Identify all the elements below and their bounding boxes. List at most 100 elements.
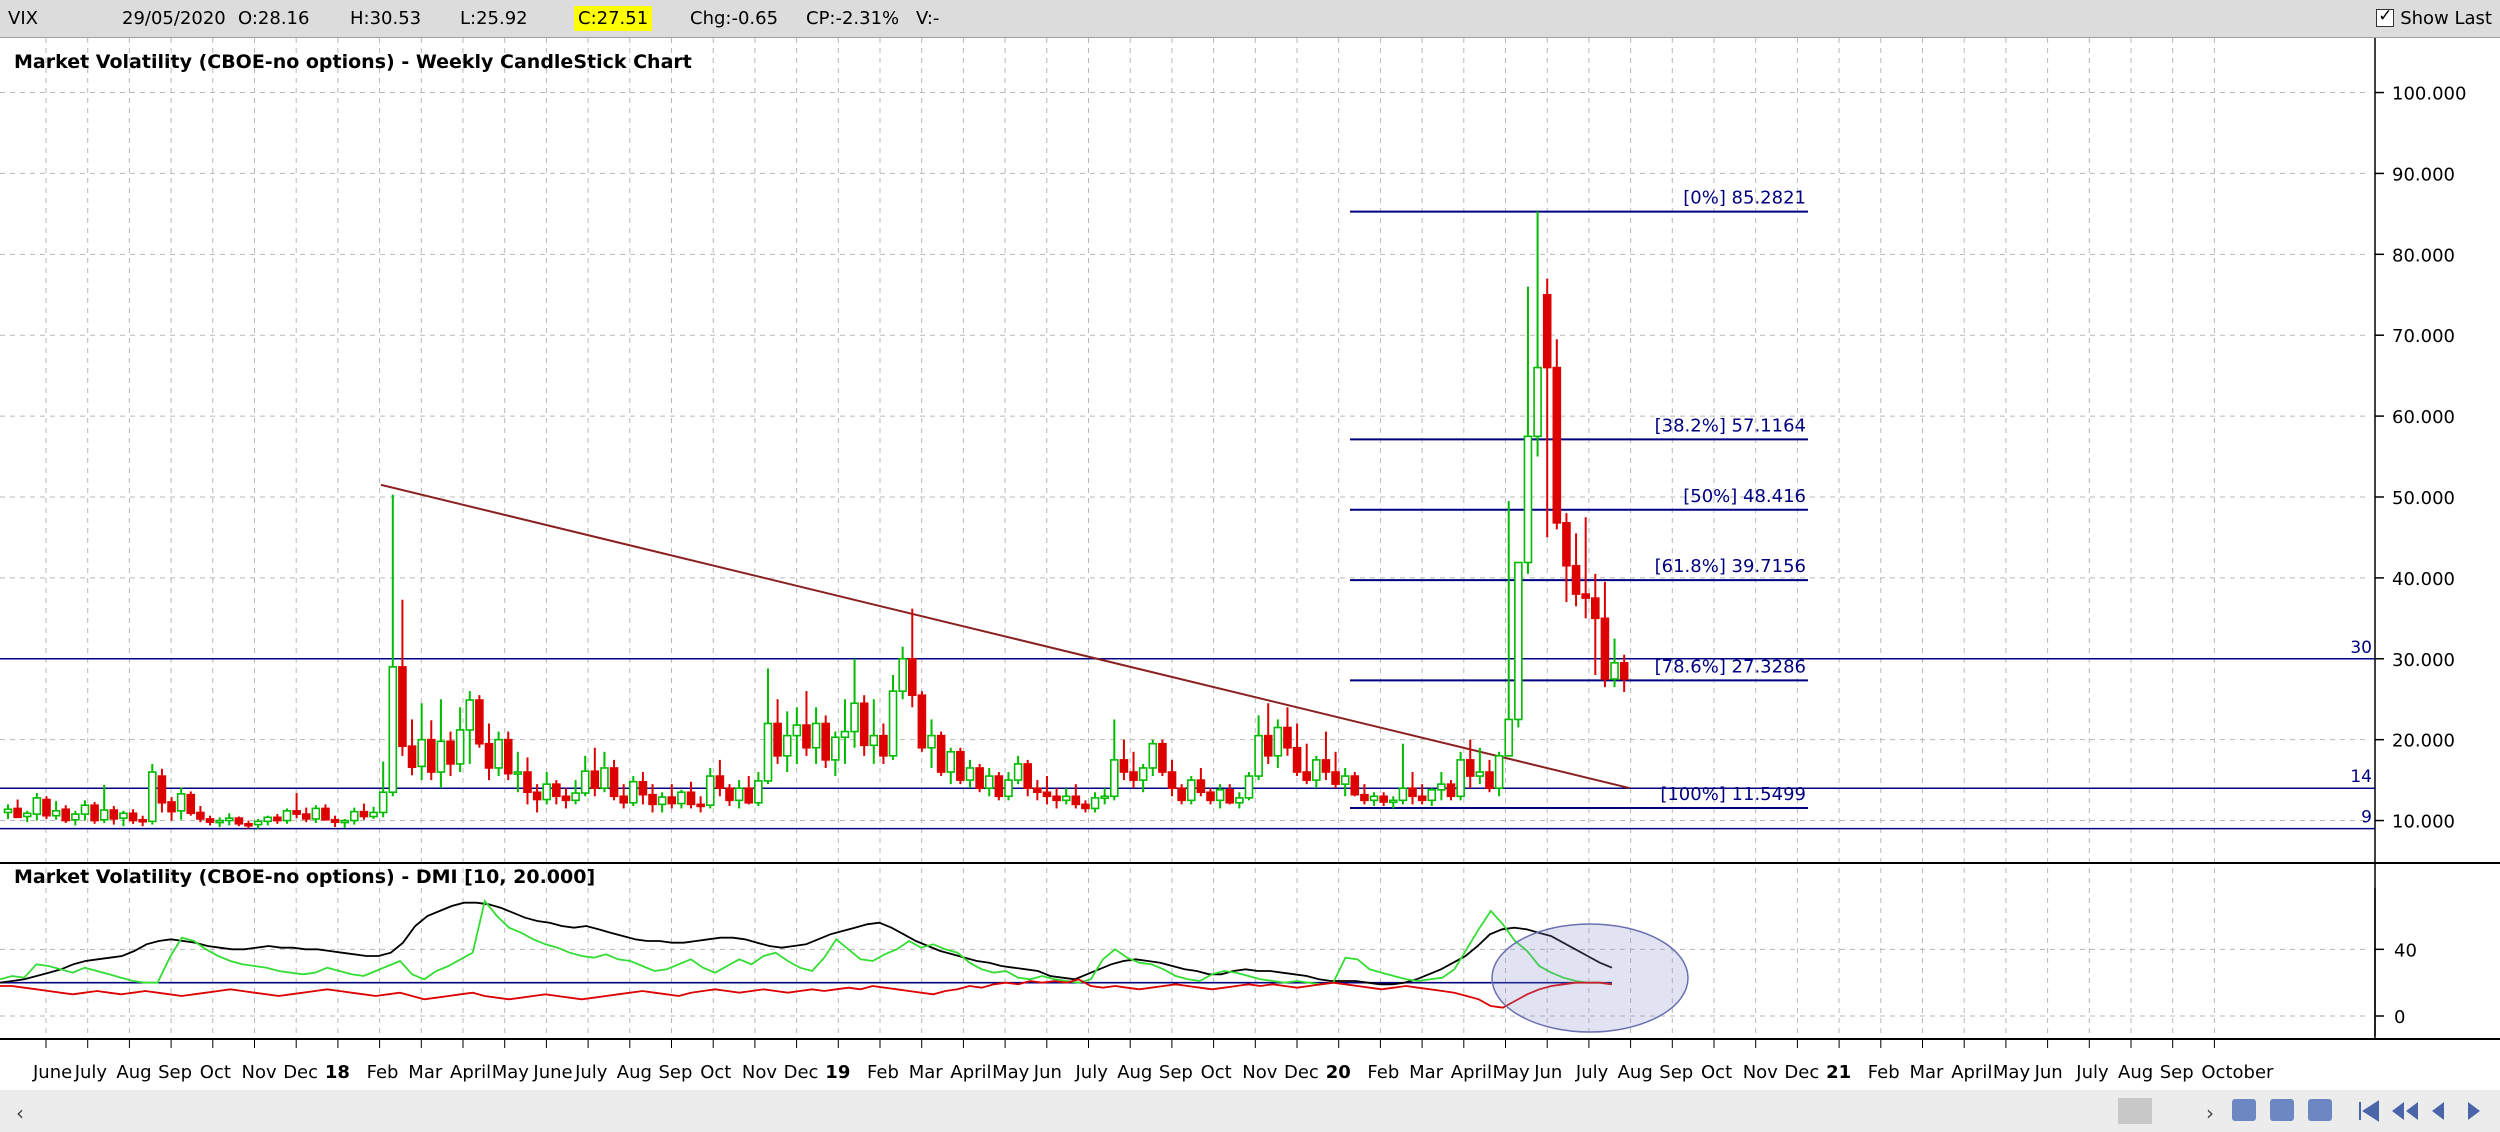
price-tick-label: 10.000 xyxy=(2392,812,2455,833)
candle-body xyxy=(686,791,696,806)
candle-body xyxy=(13,807,22,819)
candle-body xyxy=(1427,789,1437,802)
candle-body xyxy=(1206,791,1215,802)
candle-body xyxy=(90,804,99,822)
candle-body xyxy=(1177,787,1186,802)
month-label: Oct xyxy=(700,1062,731,1083)
candle xyxy=(1514,561,1523,728)
fib-level-label: [100%] 11.5499 xyxy=(1660,784,1806,805)
candle-body xyxy=(1263,734,1273,757)
month-label: May xyxy=(992,1062,1030,1083)
fib-level-label: [61.8%] 39.7156 xyxy=(1655,556,1806,577)
candle-body xyxy=(917,694,927,749)
open-label: O:28.16 xyxy=(238,8,310,29)
candle-body xyxy=(388,666,398,794)
chart-canvas: Market Volatility (CBOE-no options) - We… xyxy=(0,38,2500,1132)
month-label: Mar xyxy=(1409,1062,1444,1083)
price-tick-label: 60.000 xyxy=(2392,407,2455,428)
month-label: Sep xyxy=(1659,1062,1693,1083)
candle-body xyxy=(1090,797,1100,810)
candle-body xyxy=(1148,742,1158,769)
zoom-in-icon[interactable] xyxy=(2232,1099,2256,1121)
candle-body xyxy=(696,803,705,808)
month-label: Nov xyxy=(742,1062,777,1083)
candle-body xyxy=(1081,803,1090,810)
show-last-checkbox[interactable] xyxy=(2376,6,2395,27)
scrollbar-thumb[interactable] xyxy=(2118,1098,2152,1124)
candle-body xyxy=(1100,795,1109,800)
chart-window: VIX 29/05/2020 O:28.16 H:30.53 L:25.92 C… xyxy=(0,0,2500,1132)
candle xyxy=(186,791,196,816)
candle-body xyxy=(1456,759,1465,798)
zoom-fit-icon[interactable] xyxy=(2308,1099,2332,1121)
month-label: Dec xyxy=(1284,1062,1319,1083)
candle-body xyxy=(975,767,984,789)
month-label: Jun xyxy=(1033,1062,1062,1083)
candle-body xyxy=(734,787,744,802)
candle-body xyxy=(1321,759,1331,773)
candle-body xyxy=(1158,742,1167,773)
zoom-out-icon[interactable] xyxy=(2270,1099,2294,1121)
candle-body xyxy=(292,810,301,815)
candle-body xyxy=(571,792,580,802)
candle-body xyxy=(42,798,51,817)
candle-body xyxy=(1494,755,1504,789)
candle-body xyxy=(475,699,484,745)
candle xyxy=(1552,339,1562,530)
candle-body xyxy=(1514,561,1523,721)
price-tick-label: 100.000 xyxy=(2392,84,2466,105)
month-label: Aug xyxy=(617,1062,652,1083)
month-label: Dec xyxy=(283,1062,318,1083)
show-last-label: Show Last xyxy=(2400,7,2492,29)
candle-body xyxy=(282,810,292,822)
candle xyxy=(994,772,1004,801)
month-label: Feb xyxy=(1868,1062,1900,1083)
candle xyxy=(1350,772,1360,797)
candle-body xyxy=(657,796,667,806)
candle-body xyxy=(224,817,234,822)
candle-body xyxy=(1061,795,1071,802)
level-line-label: 14 xyxy=(2350,767,2372,787)
scroll-right-arrow-icon[interactable]: › xyxy=(2206,1101,2214,1125)
month-label: July xyxy=(2075,1062,2109,1083)
candle-body xyxy=(956,750,965,781)
candle-body xyxy=(321,807,330,821)
show-last-toggle[interactable]: Show Last xyxy=(2376,5,2492,31)
candle-body xyxy=(494,738,503,769)
candle-body xyxy=(80,804,90,815)
candle-body xyxy=(311,807,321,820)
year-label: 20 xyxy=(1326,1062,1351,1083)
highlight-ellipse[interactable] xyxy=(1491,923,1689,1033)
fib-level-label: [0%] 85.2821 xyxy=(1683,188,1806,209)
candle-body xyxy=(196,811,205,820)
candle-body xyxy=(1138,767,1148,781)
candle-body xyxy=(244,822,253,827)
candle-body xyxy=(1446,783,1456,798)
month-label: Dec xyxy=(1784,1062,1819,1083)
candle xyxy=(42,796,51,819)
candle-body xyxy=(946,750,956,773)
price-tick-label: 40.000 xyxy=(2392,569,2455,590)
candle xyxy=(1244,772,1254,801)
candle-body xyxy=(167,801,176,813)
candle-body xyxy=(725,787,734,802)
change-label: Chg:-0.65 xyxy=(690,8,779,29)
candle-body xyxy=(667,796,677,805)
candle-body xyxy=(1052,795,1061,802)
candle-body xyxy=(1475,771,1485,777)
candle-body xyxy=(1110,759,1119,798)
quote-info-bar: VIX 29/05/2020 O:28.16 H:30.53 L:25.92 C… xyxy=(0,0,2500,38)
candle-body xyxy=(138,818,147,823)
month-label: Mar xyxy=(408,1062,443,1083)
symbol-label: VIX xyxy=(8,8,38,29)
candle-body xyxy=(71,813,80,821)
candle-body xyxy=(263,816,273,823)
change-percent-label: CP:-2.31% xyxy=(806,8,900,29)
month-label: Sep xyxy=(2160,1062,2194,1083)
candle-body xyxy=(927,734,936,749)
candle-body xyxy=(869,734,879,747)
candle xyxy=(1186,776,1196,805)
candle-body xyxy=(1283,726,1292,749)
scrollbar[interactable]: ‹ › xyxy=(0,1090,2500,1132)
scroll-left-arrow-icon[interactable]: ‹ xyxy=(16,1101,24,1125)
